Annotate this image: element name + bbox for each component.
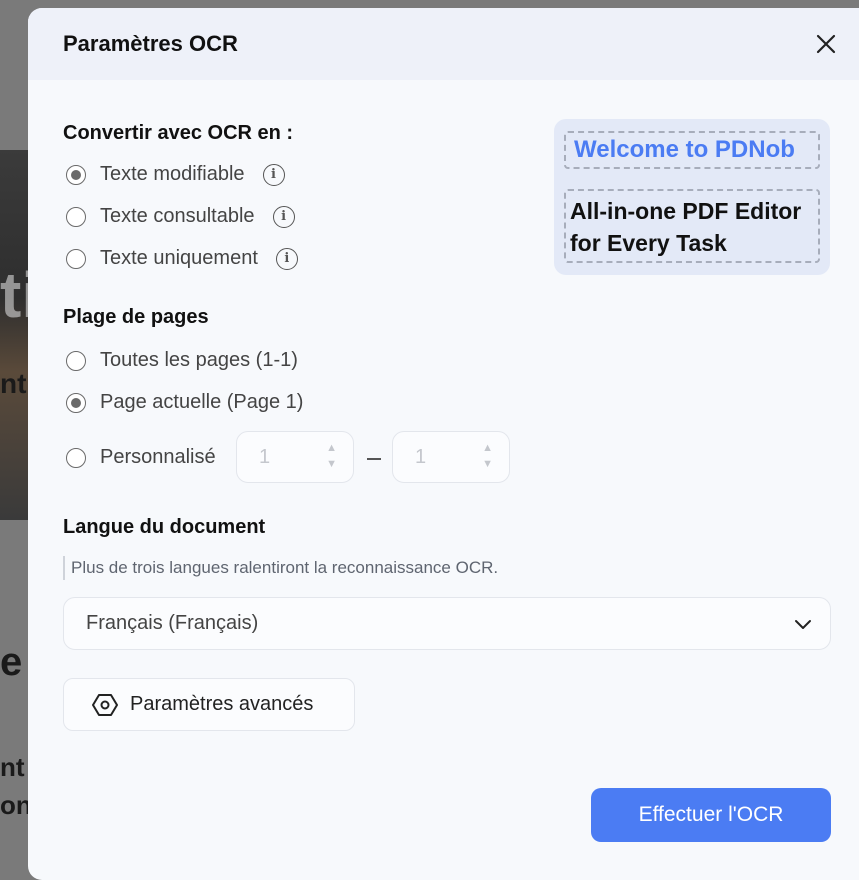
radio-label: Toutes les pages (1-1)	[100, 349, 298, 371]
ocr-settings-dialog: Paramètres OCR Convertir avec OCR en : T…	[28, 8, 859, 880]
range-separator	[367, 458, 381, 460]
language-select[interactable]: Français (Français)	[63, 597, 831, 650]
chevron-down-icon	[795, 619, 811, 629]
radio-label: Texte consultable	[100, 205, 255, 227]
promo-banner: Welcome to PDNob All-in-one PDF Editor f…	[554, 119, 830, 275]
settings-hexagon-icon	[92, 693, 118, 716]
increment-arrow-icon[interactable]: ▲	[326, 442, 337, 454]
background-text: nt	[0, 752, 25, 782]
radio-searchable-text[interactable]: Texte consultable i	[66, 205, 295, 228]
promo-welcome-text: Welcome to PDNob	[564, 131, 820, 169]
language-hint: Plus de trois langues ralentiront la rec…	[63, 556, 498, 580]
close-button[interactable]	[809, 27, 843, 61]
radio-editable-text[interactable]: Texte modifiable i	[66, 163, 285, 186]
radio-custom-range[interactable]: Personnalisé	[66, 446, 216, 469]
radio-label: Personnalisé	[100, 446, 216, 468]
language-selected-value: Français (Français)	[86, 612, 259, 634]
increment-arrow-icon[interactable]: ▲	[482, 442, 493, 454]
radio-button[interactable]	[66, 392, 86, 413]
radio-label: Texte uniquement	[100, 247, 258, 269]
radio-button[interactable]	[66, 350, 86, 371]
close-icon	[816, 34, 836, 54]
promo-tagline-line2: for Every Task	[570, 230, 727, 256]
decrement-arrow-icon[interactable]: ▼	[482, 458, 493, 470]
page-range-heading: Plage de pages	[63, 306, 209, 328]
radio-text-only[interactable]: Texte uniquement i	[66, 247, 298, 270]
radio-button[interactable]	[66, 206, 86, 227]
radio-all-pages[interactable]: Toutes les pages (1-1)	[66, 349, 298, 372]
background-text: nt	[0, 368, 27, 399]
ocr-mode-heading: Convertir avec OCR en :	[63, 122, 294, 144]
advanced-settings-button[interactable]: Paramètres avancés	[63, 678, 355, 731]
background-text: e	[0, 640, 23, 684]
radio-label: Page actuelle (Page 1)	[100, 391, 304, 413]
radio-current-page[interactable]: Page actuelle (Page 1)	[66, 391, 303, 414]
info-icon[interactable]: i	[262, 163, 285, 186]
background-text: on	[0, 790, 32, 820]
info-icon[interactable]: i	[272, 205, 295, 228]
dialog-header: Paramètres OCR	[28, 8, 859, 80]
page-to-stepper[interactable]: 1 ▲ ▼	[392, 431, 510, 483]
decrement-arrow-icon[interactable]: ▼	[326, 458, 337, 470]
page-from-stepper[interactable]: 1 ▲ ▼	[236, 431, 354, 483]
radio-button[interactable]	[66, 447, 86, 468]
page-to-value: 1	[415, 445, 427, 468]
radio-button[interactable]	[66, 248, 86, 269]
radio-button[interactable]	[66, 164, 86, 185]
info-icon[interactable]: i	[275, 247, 298, 270]
promo-tagline: All-in-one PDF Editor for Every Task	[564, 189, 820, 263]
advanced-settings-label: Paramètres avancés	[130, 693, 314, 715]
radio-label: Texte modifiable	[100, 163, 245, 185]
page-from-value: 1	[259, 445, 271, 468]
run-ocr-button[interactable]: Effectuer l'OCR	[591, 788, 831, 842]
dialog-title: Paramètres OCR	[63, 31, 238, 56]
language-heading: Langue du document	[63, 516, 266, 538]
promo-tagline-line1: All-in-one PDF Editor	[570, 198, 802, 224]
